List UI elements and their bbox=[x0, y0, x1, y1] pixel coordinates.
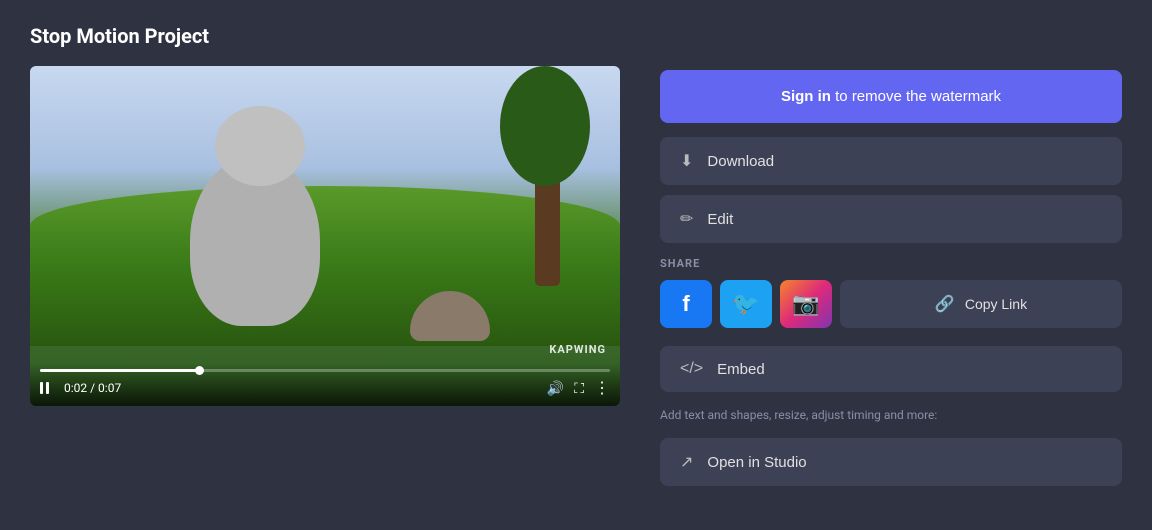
page-title: Stop Motion Project bbox=[30, 24, 1122, 48]
sign-in-bold: Sign in bbox=[781, 88, 831, 105]
edit-button[interactable]: ✏ Edit bbox=[660, 195, 1122, 243]
download-icon: ⬇ bbox=[680, 151, 693, 171]
embed-label: Embed bbox=[717, 361, 765, 378]
video-thumbnail: KAPWING bbox=[30, 66, 620, 406]
video-section: KAPWING 0:02 / 0:0 bbox=[30, 66, 620, 506]
fullscreen-icon: ⛶ bbox=[574, 380, 584, 397]
volume-icon: 🔊 bbox=[547, 380, 564, 397]
external-link-icon: ↗ bbox=[680, 452, 693, 472]
instagram-button[interactable]: 📷 bbox=[780, 280, 832, 328]
time-display: 0:02 / 0:07 bbox=[64, 381, 121, 395]
more-icon: ⋮ bbox=[594, 378, 610, 398]
facebook-button[interactable]: f bbox=[660, 280, 712, 328]
watermark-text: KAPWING bbox=[549, 343, 606, 356]
embed-icon: </> bbox=[680, 360, 703, 378]
twitter-icon: 🐦 bbox=[732, 291, 759, 317]
twitter-button[interactable]: 🐦 bbox=[720, 280, 772, 328]
sign-in-button[interactable]: Sign in to remove the watermark bbox=[660, 70, 1122, 123]
more-options-button[interactable]: ⋮ bbox=[594, 378, 610, 398]
download-label: Download bbox=[707, 153, 774, 170]
fullscreen-button[interactable]: ⛶ bbox=[574, 380, 584, 397]
pause-button[interactable] bbox=[40, 381, 54, 395]
video-player[interactable]: KAPWING 0:02 / 0:0 bbox=[30, 66, 620, 406]
sign-in-suffix: to remove the watermark bbox=[831, 88, 1001, 105]
video-controls: 0:02 / 0:07 🔊 ⛶ ⋮ bbox=[30, 363, 620, 406]
copy-link-button[interactable]: 🔗 Copy Link bbox=[840, 280, 1122, 328]
edit-label: Edit bbox=[707, 211, 733, 228]
instagram-icon: 📷 bbox=[792, 291, 819, 317]
link-icon: 🔗 bbox=[935, 294, 955, 314]
copy-link-label: Copy Link bbox=[965, 296, 1027, 312]
download-button[interactable]: ⬇ Download bbox=[660, 137, 1122, 185]
embed-button[interactable]: </> Embed bbox=[660, 346, 1122, 392]
share-section: SHARE f 🐦 📷 🔗 Copy Link bbox=[660, 257, 1122, 328]
volume-button[interactable]: 🔊 bbox=[547, 380, 564, 397]
progress-fill bbox=[40, 369, 200, 372]
pause-icon bbox=[40, 381, 54, 395]
right-panel: Sign in to remove the watermark ⬇ Downlo… bbox=[660, 66, 1122, 506]
share-label: SHARE bbox=[660, 257, 1122, 270]
facebook-icon: f bbox=[682, 291, 689, 317]
studio-description: Add text and shapes, resize, adjust timi… bbox=[660, 408, 1122, 422]
edit-icon: ✏ bbox=[680, 209, 693, 229]
share-row: f 🐦 📷 🔗 Copy Link bbox=[660, 280, 1122, 328]
open-studio-label: Open in Studio bbox=[707, 454, 806, 471]
open-studio-button[interactable]: ↗ Open in Studio bbox=[660, 438, 1122, 486]
progress-bar[interactable] bbox=[40, 369, 610, 372]
